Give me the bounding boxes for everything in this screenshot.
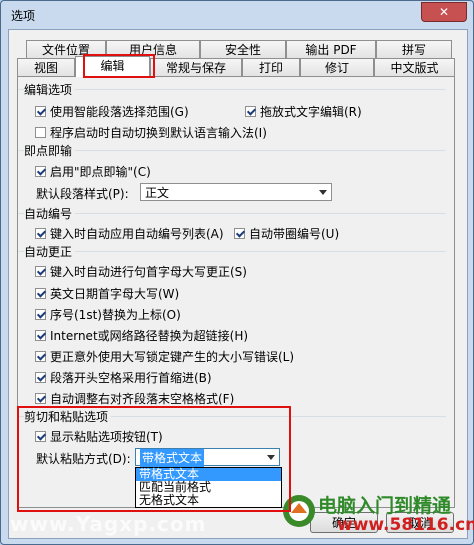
checkbox-label: 显示粘贴选项按钮(T) [50, 430, 163, 444]
checkbox-label: 键入时自动应用自动编号列表(A) [50, 227, 224, 241]
title-bar[interactable]: 选项 ✕ [1, 1, 473, 27]
autocorrect-item-capitalize[interactable]: 键入时自动进行句首字母大写更正(S) [35, 263, 247, 280]
autocorrect-item-hyperlink[interactable]: Internet或网络路径替换为超链接(H) [35, 327, 248, 344]
auto-list-checkbox[interactable]: 键入时自动应用自动编号列表(A) [35, 225, 224, 242]
section-divider [18, 89, 446, 90]
checkbox-label: 使用智能段落选择范围(G) [50, 105, 189, 119]
section-title: 自动更正 [24, 243, 76, 260]
checkbox-checked [35, 309, 46, 320]
default-para-style-label: 默认段落样式(P): [36, 187, 129, 201]
section-auto-numbering: 自动编号 [18, 205, 454, 222]
checkbox-label: 英文日期首字母大写(W) [50, 287, 180, 301]
click-and-type-checkbox[interactable]: 启用"即点即输"(C) [35, 163, 151, 180]
section-title: 编辑选项 [24, 81, 76, 98]
tab-general-save[interactable]: 常规与保存 [150, 58, 242, 76]
checkbox-checked [35, 228, 46, 239]
checkbox-label: 拖放式文字编辑(R) [260, 105, 362, 119]
select-value: 带格式文本 [140, 449, 205, 467]
watermark-right-bottom: www.58116.cn [337, 515, 474, 535]
checkbox-label: 键入时自动进行句首字母大写更正(S) [50, 265, 247, 279]
dialog-title: 选项 [11, 9, 36, 23]
tab-spelling[interactable]: 拼写 [376, 40, 452, 58]
checkbox-label: 程序启动时自动切换到默认语言输入法(I) [50, 126, 267, 140]
section-title: 即点即输 [24, 142, 76, 159]
checkbox-label: Internet或网络路径替换为超链接(H) [50, 329, 249, 343]
checkbox-checked [35, 372, 46, 383]
checkbox-label: 更正意外使用大写锁定键产生的大小写错误(L) [50, 350, 295, 364]
dropdown-option-plain[interactable]: 无格式文本 [136, 494, 281, 507]
checkbox-checked [35, 330, 46, 341]
checkbox-checked [35, 393, 46, 404]
select-value: 正文 [145, 186, 170, 200]
section-edit-options: 编辑选项 [18, 81, 454, 98]
checkbox-checked [35, 166, 46, 177]
checkbox-label: 自动带圈编号(U) [249, 227, 340, 241]
checkbox-checked [35, 351, 46, 362]
section-divider [18, 150, 446, 151]
checkbox-unchecked [35, 127, 46, 138]
autocorrect-item-date-caps[interactable]: 英文日期首字母大写(W) [35, 285, 179, 302]
checkbox-label: 自动调整右对齐段落末空格格式(F) [50, 392, 235, 406]
tab-security[interactable]: 安全性 [200, 40, 286, 58]
drag-drop-checkbox[interactable]: 拖放式文字编辑(R) [245, 103, 362, 120]
close-button[interactable]: ✕ [421, 2, 467, 22]
auto-circle-number-checkbox[interactable]: 自动带圈编号(U) [234, 225, 339, 242]
checkbox-label: 序号(1st)替换为上标(O) [50, 308, 181, 322]
checkbox-checked [245, 106, 256, 117]
autocorrect-item-capslock[interactable]: 更正意外使用大写锁定键产生的大小写错误(L) [35, 348, 294, 365]
checkbox-checked [234, 228, 245, 239]
section-title: 剪切和粘贴选项 [24, 408, 112, 425]
section-divider [18, 251, 446, 252]
checkbox-label: 段落开头空格采用行首缩进(B) [50, 371, 212, 385]
auto-ime-checkbox[interactable]: 程序启动时自动切换到默认语言输入法(I) [35, 124, 267, 141]
tab-edit[interactable]: 编辑 [75, 56, 150, 77]
watermark-logo [282, 494, 316, 528]
checkbox-checked [35, 106, 46, 117]
section-cut-paste: 剪切和粘贴选项 [18, 408, 454, 425]
autocorrect-item-ordinal[interactable]: 序号(1st)替换为上标(O) [35, 306, 181, 323]
checkbox-label: 启用"即点即输"(C) [50, 165, 151, 179]
show-paste-options-checkbox[interactable]: 显示粘贴选项按钮(T) [35, 428, 163, 445]
smart-select-checkbox[interactable]: 使用智能段落选择范围(G) [35, 103, 189, 120]
paste-dropdown-list: 带格式文本 匹配当前格式 无格式文本 [135, 467, 282, 508]
default-paste-label: 默认粘贴方式(D): [36, 452, 131, 466]
watermark-left: www.Yagxp.com [10, 512, 207, 536]
tab-output-pdf[interactable]: 输出 PDF [286, 40, 376, 58]
chevron-down-icon [319, 190, 327, 195]
section-autocorrect: 自动更正 [18, 243, 454, 260]
chevron-down-icon [267, 455, 275, 460]
tab-print[interactable]: 打印 [242, 58, 300, 76]
tab-chinese-layout[interactable]: 中文版式 [374, 58, 455, 76]
tab-view[interactable]: 视图 [17, 58, 75, 76]
default-paste-select[interactable]: 带格式文本 [135, 448, 280, 467]
autocorrect-item-indent[interactable]: 段落开头空格采用行首缩进(B) [35, 369, 212, 386]
checkbox-checked [35, 431, 46, 442]
tab-revision[interactable]: 修订 [300, 58, 374, 76]
checkbox-checked [35, 266, 46, 277]
checkbox-checked [35, 288, 46, 299]
section-divider [18, 213, 446, 214]
autocorrect-item-right-align[interactable]: 自动调整右对齐段落末空格格式(F) [35, 390, 234, 407]
section-title: 自动编号 [24, 205, 76, 222]
default-para-style-select[interactable]: 正文 [140, 183, 332, 201]
section-click-and-type: 即点即输 [18, 142, 454, 159]
watermark-right-top: 电脑入门到精通 [318, 495, 452, 517]
